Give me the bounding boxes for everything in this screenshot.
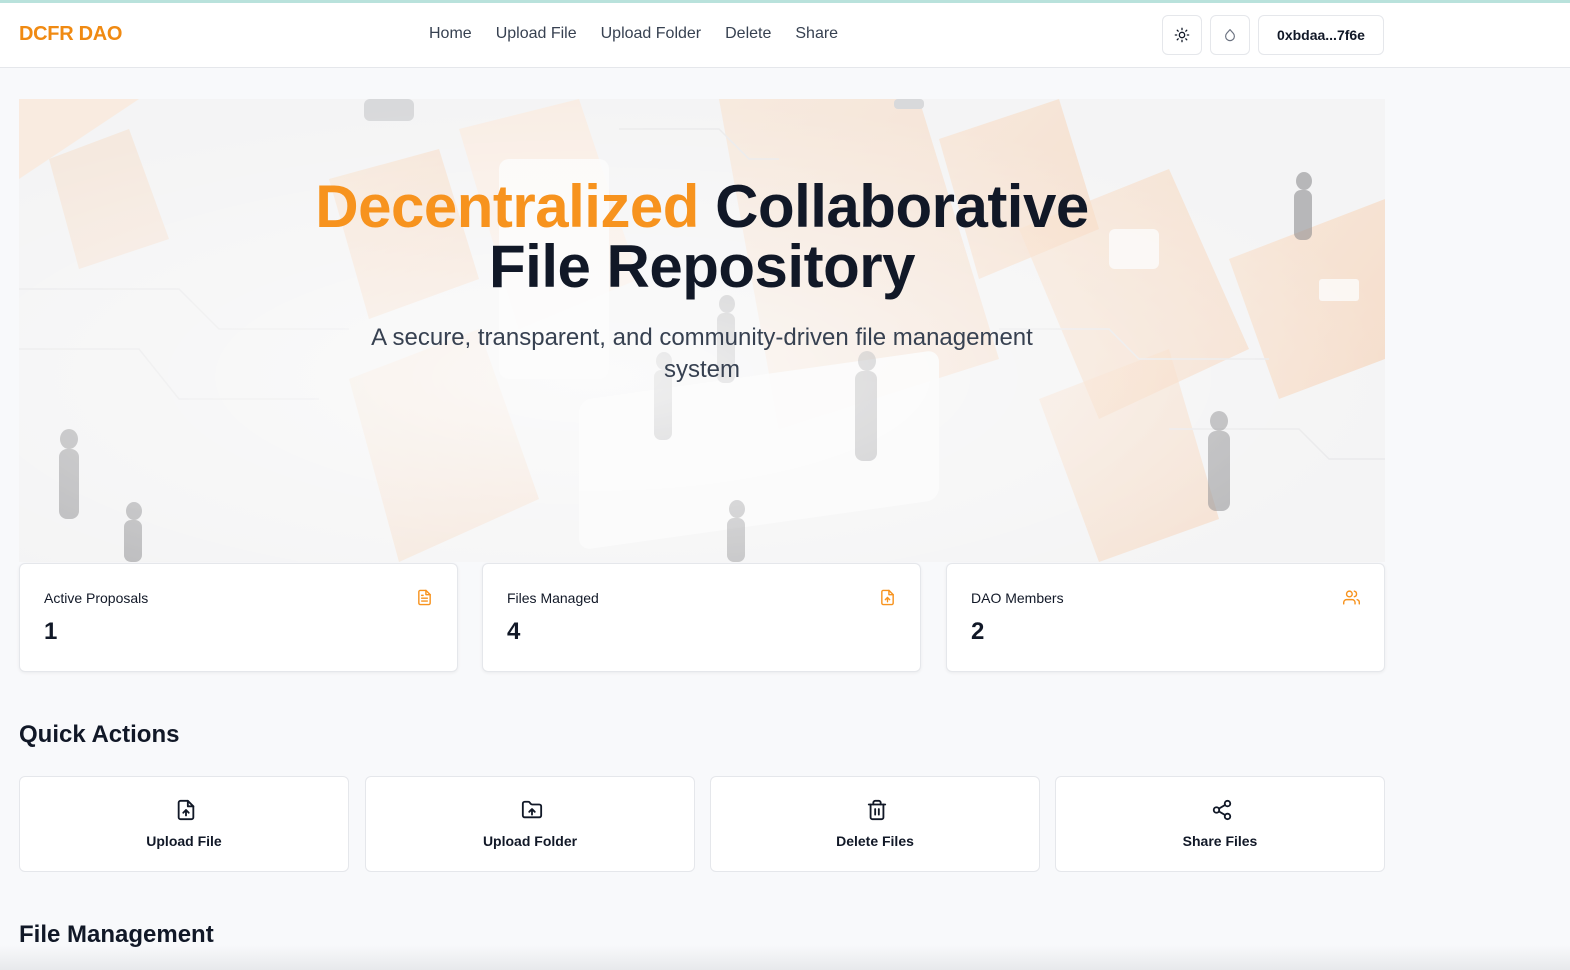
hero-title-line2: File Repository: [489, 233, 915, 300]
upload-folder-action-button[interactable]: Upload Folder: [365, 776, 695, 872]
stat-card-active-proposals: Active Proposals 1: [19, 563, 458, 672]
nav-link-delete[interactable]: Delete: [725, 25, 771, 43]
navbar: DCFR DAO Home Upload File Upload Folder …: [0, 3, 1570, 68]
hero-title-line1: Collaborative: [715, 173, 1089, 240]
stat-value: 2: [971, 618, 985, 645]
hero-subtitle: A secure, transparent, and community-dri…: [371, 324, 1033, 383]
share-files-action-button[interactable]: Share Files: [1055, 776, 1385, 872]
stat-card-files-managed: Files Managed 4: [482, 563, 921, 672]
stat-label: Active Proposals: [44, 590, 149, 606]
brand-logo[interactable]: DCFR DAO: [19, 23, 122, 46]
sun-icon: [1174, 27, 1190, 43]
theme-toggle-button[interactable]: [1162, 15, 1202, 55]
scroll-shadow: [0, 945, 1570, 970]
wallet-address-button[interactable]: 0xbdaa...7f6e: [1258, 15, 1384, 55]
nav-links: Home Upload File Upload Folder Delete Sh…: [429, 25, 838, 43]
action-label: Delete Files: [836, 833, 914, 849]
folder-upload-icon: [521, 800, 543, 819]
file-upload-icon: [177, 799, 195, 821]
stat-label: DAO Members: [971, 590, 1064, 606]
nav-link-share[interactable]: Share: [795, 25, 838, 43]
nav-link-home[interactable]: Home: [429, 25, 472, 43]
action-label: Upload Folder: [482, 833, 578, 849]
network-button[interactable]: [1210, 15, 1250, 55]
quick-actions-title: Quick Actions: [19, 721, 180, 748]
droplet-icon: [1225, 28, 1235, 42]
share-icon: [1212, 799, 1232, 821]
file-upload-icon: [881, 589, 894, 606]
trash-icon: [867, 799, 887, 821]
hero-title-accent: Decentralized: [315, 173, 699, 240]
upload-file-action-button[interactable]: Upload File: [19, 776, 349, 872]
file-text-icon: [418, 589, 431, 606]
nav-link-upload-file[interactable]: Upload File: [496, 25, 577, 43]
delete-files-action-button[interactable]: Delete Files: [710, 776, 1040, 872]
stat-card-dao-members: DAO Members 2: [946, 563, 1385, 672]
nav-link-upload-folder[interactable]: Upload Folder: [601, 25, 702, 43]
action-label: Upload File: [146, 833, 222, 849]
hero-banner: Decentralized Collaborative File Reposit…: [19, 99, 1385, 562]
action-label: Share Files: [1182, 833, 1258, 849]
users-icon: [1343, 590, 1360, 605]
stat-label: Files Managed: [507, 590, 599, 606]
stat-value: 1: [44, 618, 58, 645]
stat-value: 4: [507, 618, 521, 645]
hero-title: Decentralized Collaborative File Reposit…: [19, 177, 1385, 297]
